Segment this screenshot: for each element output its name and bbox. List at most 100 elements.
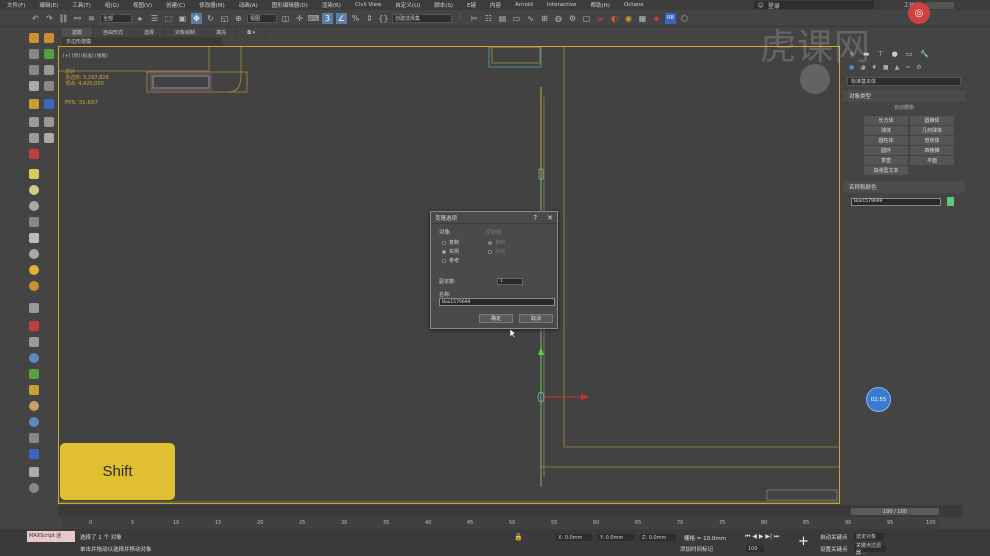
menu-octane[interactable]: Octane: [617, 2, 651, 8]
menu-tools[interactable]: 工具(T): [65, 1, 98, 9]
scene-explorer-icon[interactable]: ☷: [483, 13, 494, 24]
add-time-tag[interactable]: 添加时间标记: [680, 545, 713, 553]
tab-freeform[interactable]: 自由形式: [93, 28, 135, 37]
autogrid-checkbox[interactable]: 自动栅格: [843, 102, 965, 113]
select-rotate-icon[interactable]: ↻: [205, 13, 216, 24]
redo-icon[interactable]: ↷: [44, 13, 55, 24]
plant-icon[interactable]: [44, 49, 54, 59]
frame-field[interactable]: 100: [746, 545, 764, 552]
spacewarps-icon[interactable]: ≈: [905, 64, 910, 71]
cone-button[interactable]: 圆锥体: [910, 116, 954, 125]
percent-snap-icon[interactable]: %: [350, 13, 361, 24]
rect-selection-icon[interactable]: ⬚: [163, 13, 174, 24]
menu-help[interactable]: 帮助(H): [584, 1, 617, 9]
menu-edit[interactable]: 编辑(E): [32, 1, 65, 9]
globe-icon[interactable]: [29, 249, 39, 259]
render-queue-icon[interactable]: ▦: [637, 13, 648, 24]
cone-icon[interactable]: [29, 233, 39, 243]
octane-viewport-icon[interactable]: ⬡: [679, 13, 690, 24]
tools-icon[interactable]: [44, 65, 54, 75]
object-color-swatch[interactable]: [947, 197, 954, 206]
selected-object-select[interactable]: 选定对象: [854, 533, 884, 540]
section-object-type[interactable]: 对象类型: [843, 90, 965, 102]
bars-icon[interactable]: [29, 133, 39, 143]
place-icon[interactable]: ⊕: [233, 13, 244, 24]
select-scale-icon[interactable]: ◱: [219, 13, 230, 24]
radio-instance[interactable]: 实例: [442, 248, 459, 255]
file-icon[interactable]: [29, 33, 39, 43]
menu-interactive[interactable]: Interactive: [540, 2, 584, 8]
box-button[interactable]: 长方体: [864, 116, 908, 125]
rc-icon[interactable]: [44, 99, 54, 109]
layout-icon[interactable]: [29, 65, 39, 75]
menu-file[interactable]: 文件(F): [0, 1, 32, 9]
dialog-help-button[interactable]: ?: [533, 214, 537, 222]
x-coordinate[interactable]: X: 0.0mm: [556, 534, 592, 541]
blue-ball-icon[interactable]: [29, 353, 39, 363]
lights-icon[interactable]: ♦: [872, 64, 877, 71]
select-by-name-icon[interactable]: ☰: [149, 13, 160, 24]
time-slider-track[interactable]: [58, 505, 963, 517]
playback-controls-icon[interactable]: ⏮ ◀ ▶ ▶| ⏭: [745, 533, 779, 541]
brush-icon[interactable]: [29, 321, 39, 331]
render-buffer-icon[interactable]: RB: [665, 12, 676, 24]
render-icon[interactable]: ☕: [595, 13, 606, 24]
name-field[interactable]: Box1579699: [439, 298, 555, 306]
primitive-category-select[interactable]: 标准基本体: [847, 77, 961, 86]
user-login[interactable]: ☺ 登录: [753, 1, 874, 10]
bind-space-warp-icon[interactable]: ≋: [86, 13, 97, 24]
orb-icon[interactable]: [29, 281, 39, 291]
display-tab-icon[interactable]: ▭: [906, 50, 913, 58]
object-name-field[interactable]: Box1579699: [851, 197, 941, 206]
schematic-view-icon[interactable]: ⊞: [539, 13, 550, 24]
teapot-button[interactable]: 茶壶: [864, 156, 908, 165]
radio-reference[interactable]: 参考: [442, 257, 459, 264]
pivot-center-icon[interactable]: ◫: [280, 13, 291, 24]
yellow-square-icon[interactable]: [29, 169, 39, 179]
bench-icon[interactable]: [29, 385, 39, 395]
selection-filter[interactable]: 全部: [100, 13, 132, 23]
tab-object-paint[interactable]: 对象绘制: [165, 28, 207, 37]
tab-modeling[interactable]: 建模: [62, 28, 94, 37]
window-crossing-icon[interactable]: ▣: [177, 13, 188, 24]
material-editor-icon[interactable]: ◍: [553, 13, 564, 24]
maxscript-listener[interactable]: MAXScript 迷: [27, 531, 75, 542]
menu-customize[interactable]: 自定义(U): [388, 1, 427, 9]
auto-key-label[interactable]: 自动关键点: [820, 533, 848, 541]
grid-icon[interactable]: [29, 81, 39, 91]
menu-animation[interactable]: 动画(A): [232, 1, 265, 9]
named-selection-set[interactable]: 创建选择集: [392, 13, 452, 23]
spinner-snap-icon[interactable]: ⇕: [364, 13, 375, 24]
time-slider-thumb[interactable]: 100 / 100: [851, 508, 939, 515]
wrench-icon[interactable]: [29, 303, 39, 313]
track-bar[interactable]: 0 5 10 15 20 25 30 35 40 45 50 55 60 65 …: [62, 517, 940, 529]
y-coordinate[interactable]: Y: 0.0mm: [598, 534, 634, 541]
mirror-icon[interactable]: ⫶: [455, 13, 466, 24]
create-icon[interactable]: [29, 49, 39, 59]
red-tool-icon[interactable]: [29, 149, 39, 159]
key-filters-button[interactable]: 关键点过滤器...: [854, 543, 886, 556]
manipulate-icon[interactable]: ✛: [294, 13, 305, 24]
undo-icon[interactable]: ↶: [30, 13, 41, 24]
torus-button[interactable]: 圆环: [864, 146, 908, 155]
menu-create[interactable]: 创建(C): [159, 1, 192, 9]
curve-editor-icon[interactable]: ∿: [525, 13, 536, 24]
geosphere-button[interactable]: 几何球体: [910, 126, 954, 135]
systems-icon[interactable]: ⚙: [916, 64, 921, 71]
light-icon[interactable]: [29, 99, 39, 109]
pyramid-button[interactable]: 四棱锥: [910, 146, 954, 155]
menu-rendering[interactable]: 渲染(R): [315, 1, 348, 9]
ribbon-options-icon[interactable]: ◘ ▾: [237, 28, 267, 37]
z-coordinate[interactable]: Z: 0.0mm: [640, 534, 676, 541]
blue-box-icon[interactable]: [29, 449, 39, 459]
cylinder-button[interactable]: 圆柱体: [864, 136, 908, 145]
a360-icon[interactable]: ◈: [651, 13, 662, 24]
plane-button[interactable]: 平面: [910, 156, 954, 165]
table2-icon[interactable]: [44, 133, 54, 143]
keyboard-shortcut-icon[interactable]: ⌨: [308, 13, 320, 24]
wheel-icon[interactable]: [29, 401, 39, 411]
menu-e[interactable]: Ε键: [460, 1, 483, 9]
menu-modifiers[interactable]: 修改器(M): [192, 1, 232, 9]
grid2-icon[interactable]: [29, 433, 39, 443]
scatter-icon[interactable]: [29, 117, 39, 127]
